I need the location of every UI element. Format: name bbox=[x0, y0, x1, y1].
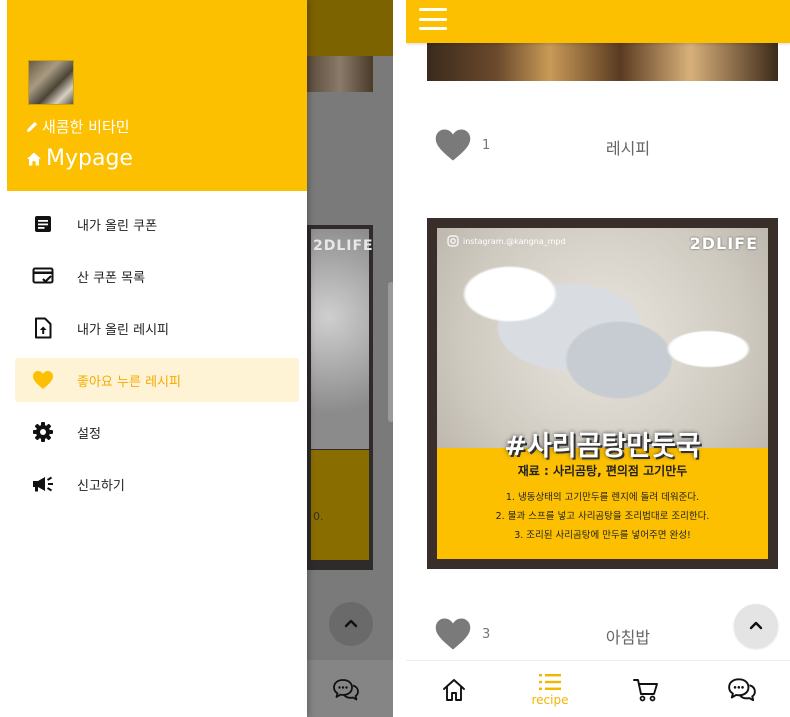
heart-icon[interactable] bbox=[434, 127, 472, 167]
recipe-card-image[interactable]: instagram.@kangna_mpd 2DLIFE 재료 : 사리곰탕, … bbox=[427, 218, 778, 569]
food-photo bbox=[437, 228, 768, 448]
menu-item-label: 설정 bbox=[77, 426, 101, 442]
menu-item-liked-recipes[interactable]: 좋아요 누른 레시피 bbox=[15, 358, 299, 402]
like-count: 3 bbox=[482, 627, 491, 642]
mypage-label: Mypage bbox=[46, 146, 133, 171]
scroll-top-button[interactable] bbox=[734, 604, 778, 648]
scrollbar[interactable] bbox=[388, 282, 393, 422]
instagram-credit: instagram.@kangna_mpd bbox=[447, 235, 566, 247]
heart-icon bbox=[31, 368, 55, 392]
card-hashtag: #사리곰탕만둣국 bbox=[504, 431, 701, 462]
nickname-row[interactable]: 새콤한 비타민 bbox=[26, 116, 130, 137]
instagram-icon bbox=[447, 235, 459, 247]
drawer-menu: 내가 올린 쿠폰 산 쿠폰 목록 내가 올린 레시피 좋아요 누른 레시피 설정… bbox=[15, 198, 299, 510]
card-caption-box: 재료 : 사리곰탕, 편의점 고기만두 1. 냉동상태의 고기만두를 렌지에 돌… bbox=[437, 448, 768, 559]
background-card-text: 0. bbox=[313, 510, 324, 523]
menu-item-label: 내가 올린 쿠폰 bbox=[77, 218, 158, 234]
avatar[interactable] bbox=[28, 60, 74, 105]
nav-recipe[interactable]: recipe bbox=[502, 661, 598, 717]
nav-home[interactable] bbox=[406, 661, 502, 717]
top-app-bar bbox=[406, 0, 790, 43]
post-title[interactable]: 레시피 bbox=[578, 135, 678, 159]
nav-recipe-label: recipe bbox=[531, 693, 569, 707]
upload-file-icon bbox=[31, 316, 55, 340]
nickname-text: 새콤한 비타민 bbox=[42, 118, 130, 136]
chevron-up-icon bbox=[344, 619, 358, 628]
background-card-brand: 2DLIFE bbox=[313, 238, 374, 254]
card-ingredients: 재료 : 사리곰탕, 편의점 고기만두 bbox=[517, 464, 688, 478]
menu-item-label: 좋아요 누른 레시피 bbox=[77, 374, 181, 390]
background-photo bbox=[307, 56, 373, 92]
menu-item-label: 내가 올린 레시피 bbox=[77, 322, 169, 338]
menu-icon[interactable] bbox=[419, 8, 447, 30]
menu-item-bought-coupons[interactable]: 산 쿠폰 목록 bbox=[15, 250, 299, 302]
cart-icon bbox=[633, 678, 658, 701]
background-card-caption bbox=[311, 450, 369, 560]
menu-item-my-coupons[interactable]: 내가 올린 쿠폰 bbox=[15, 198, 299, 250]
chat-icon bbox=[728, 677, 756, 701]
mypage-link[interactable]: Mypage bbox=[26, 146, 133, 171]
menu-item-report[interactable]: 신고하기 bbox=[15, 458, 299, 510]
bottom-navigation: recipe bbox=[406, 660, 790, 717]
post-title[interactable]: 아침밥 bbox=[578, 624, 678, 648]
nav-chat[interactable] bbox=[694, 661, 790, 717]
heart-icon[interactable] bbox=[434, 616, 472, 656]
navigation-drawer: 새콤한 비타민 Mypage 내가 올린 쿠폰 산 쿠폰 목록 내가 올린 레시… bbox=[7, 0, 307, 717]
home-icon bbox=[27, 152, 41, 165]
card-step: 2. 물과 스프를 넣고 사리곰탕을 조리법대로 조리한다. bbox=[495, 511, 710, 522]
post-image[interactable] bbox=[427, 43, 778, 81]
drawer-header: 새콤한 비타민 Mypage bbox=[7, 0, 307, 191]
card-brand-logo: 2DLIFE bbox=[689, 234, 758, 253]
post-meta-row: 3 아침밥 bbox=[406, 614, 790, 654]
card-check-icon bbox=[31, 264, 55, 288]
menu-item-label: 산 쿠폰 목록 bbox=[77, 270, 146, 286]
nav-cart[interactable] bbox=[598, 661, 694, 717]
menu-item-label: 신고하기 bbox=[77, 478, 125, 494]
screen: 2DLIFE 0. 새콤한 비타민 Mypage 내가 올린 쿠폰 산 쿠폰 목… bbox=[0, 0, 790, 717]
chat-icon bbox=[332, 677, 360, 707]
card-step: 1. 냉동상태의 고기만두를 렌지에 돌려 데워준다. bbox=[505, 492, 700, 503]
pencil-icon bbox=[27, 121, 38, 132]
menu-item-my-recipes[interactable]: 내가 올린 레시피 bbox=[15, 302, 299, 354]
gear-icon bbox=[31, 420, 55, 444]
document-icon bbox=[31, 212, 55, 236]
megaphone-icon bbox=[31, 472, 55, 496]
post-meta-row: 1 레시피 bbox=[406, 125, 790, 165]
drawer-screen: 2DLIFE 0. 새콤한 비타민 Mypage 내가 올린 쿠폰 산 쿠폰 목… bbox=[7, 0, 393, 717]
list-icon bbox=[539, 674, 561, 690]
card-step: 3. 조리된 사리곰탕에 만두를 넣어주면 완성! bbox=[514, 530, 691, 541]
home-icon bbox=[443, 678, 465, 701]
recipe-feed-screen: 1 레시피 instagram.@kangna_mpd 2DLIFE 재료 : … bbox=[406, 0, 790, 717]
menu-item-settings[interactable]: 설정 bbox=[15, 406, 299, 458]
like-count: 1 bbox=[482, 138, 491, 153]
chevron-up-icon bbox=[749, 621, 763, 630]
background-card-image bbox=[311, 229, 369, 449]
card-steps: 1. 냉동상태의 고기만두를 렌지에 돌려 데워준다. 2. 물과 스프를 넣고… bbox=[437, 488, 768, 545]
instagram-handle: instagram.@kangna_mpd bbox=[463, 236, 566, 246]
scroll-top-button[interactable] bbox=[329, 602, 373, 646]
